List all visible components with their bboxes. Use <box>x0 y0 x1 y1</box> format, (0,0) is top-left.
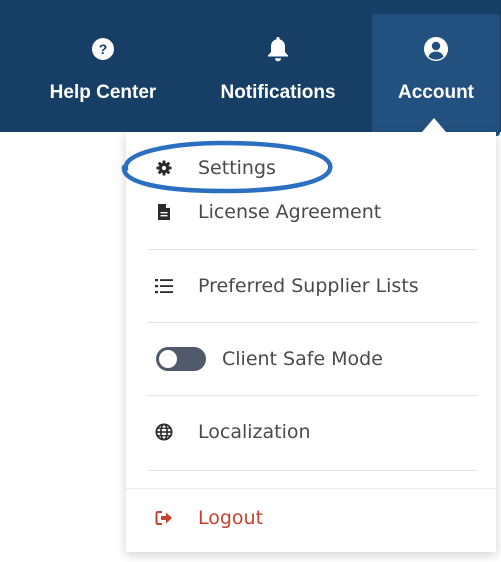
menu-divider <box>148 249 478 250</box>
menu-divider <box>148 322 478 323</box>
top-navbar: ? Help Center Notifications Account <box>0 0 501 136</box>
user-circle-icon <box>423 36 449 62</box>
help-center-button[interactable]: ? Help Center <box>36 0 170 132</box>
question-circle-icon: ? <box>91 36 115 62</box>
toggle-knob <box>159 350 177 368</box>
help-center-label: Help Center <box>49 82 157 103</box>
client-safe-mode-label: Client Safe Mode <box>222 348 383 370</box>
menu-section-divider <box>126 488 496 489</box>
localization-label: Localization <box>198 421 311 443</box>
account-label: Account <box>398 82 474 103</box>
menu-divider <box>148 395 478 396</box>
menu-item-license-agreement[interactable]: License Agreement <box>126 194 496 230</box>
file-icon <box>154 202 174 222</box>
logout-label: Logout <box>198 507 264 529</box>
highlight-ellipse-annotation <box>121 140 333 194</box>
menu-item-client-safe-mode[interactable]: Client Safe Mode <box>126 340 496 378</box>
svg-text:?: ? <box>99 41 108 57</box>
client-safe-mode-toggle[interactable] <box>156 347 206 371</box>
globe-icon <box>154 422 174 442</box>
notifications-button[interactable]: Notifications <box>206 0 350 132</box>
menu-item-logout[interactable]: Logout <box>126 500 496 536</box>
sign-out-icon <box>154 508 174 528</box>
dropdown-caret <box>422 118 446 132</box>
menu-divider <box>148 470 478 471</box>
license-agreement-label: License Agreement <box>198 201 382 223</box>
account-dropdown-menu: Settings License Agreement Preferred Sup… <box>126 132 496 552</box>
preferred-supplier-lists-label: Preferred Supplier Lists <box>198 275 419 297</box>
notifications-label: Notifications <box>220 82 336 103</box>
bell-icon <box>267 36 289 62</box>
menu-item-localization[interactable]: Localization <box>126 414 496 450</box>
menu-item-preferred-supplier-lists[interactable]: Preferred Supplier Lists <box>126 268 496 304</box>
page: ? Help Center Notifications Account Sett… <box>0 0 501 562</box>
list-icon <box>154 276 174 296</box>
